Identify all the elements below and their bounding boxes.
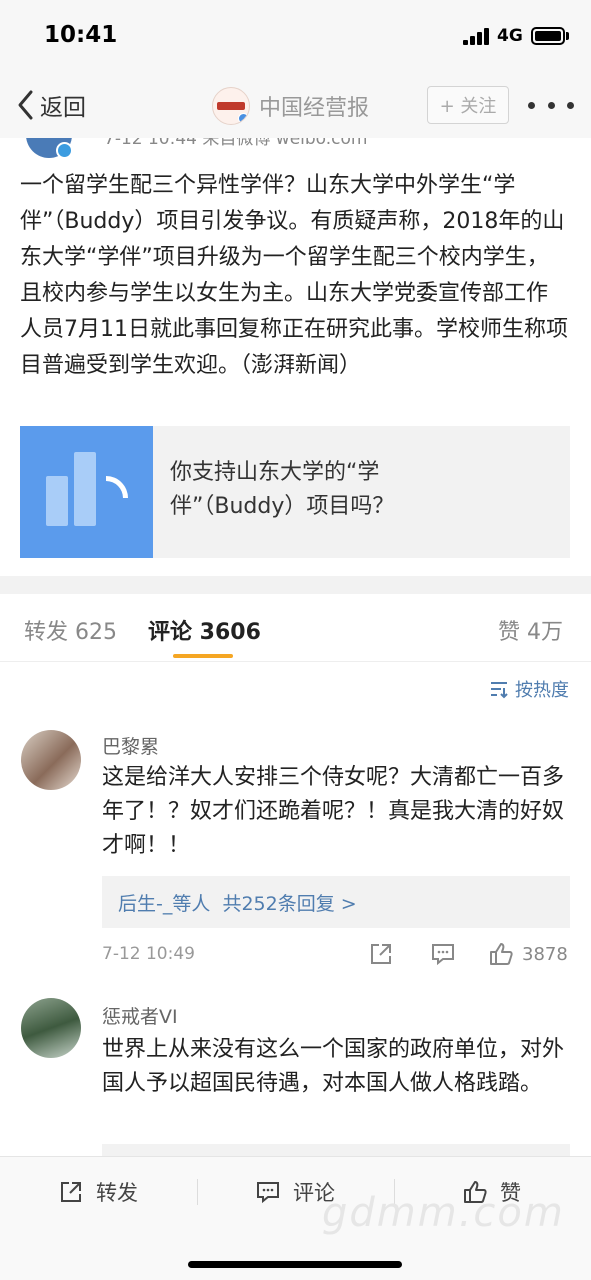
comment-footer: 7-12 10:49 3878 xyxy=(102,940,572,970)
comment-like-count: 3878 xyxy=(522,943,568,965)
nav-bar: 返回 中国经营报 + 关注 xyxy=(0,72,591,138)
sort-row: 按热度 xyxy=(0,662,591,718)
battery-tip xyxy=(566,32,569,40)
comment-item: 巴黎累 这是给洋大人安排三个侍女呢？大清都亡一百多年了！？奴才们还跪着呢？！真是… xyxy=(0,718,591,982)
sort-button[interactable]: 按热度 xyxy=(489,676,569,702)
reply-comment-button[interactable] xyxy=(430,940,456,968)
post-meta: 7-12 10:44 来自微博 weibo.com xyxy=(104,138,368,149)
comment-icon xyxy=(432,944,454,966)
status-bar: 10:41 4G xyxy=(0,0,591,72)
poll-card[interactable]: 你支持山东大学的“学伴”（Buddy）项目吗？ xyxy=(20,426,570,558)
back-button[interactable]: 返回 xyxy=(16,89,86,121)
reply-users: 后生-_等人 xyxy=(118,893,211,915)
back-label: 返回 xyxy=(40,95,86,121)
tab-repost[interactable]: 转发 625 xyxy=(24,614,117,646)
verified-badge-icon xyxy=(238,113,249,124)
follow-button[interactable]: + 关注 xyxy=(427,86,509,124)
repost-label: 转发 xyxy=(96,1181,138,1205)
interaction-tabs: 转发 625 评论 3606 赞 4万 xyxy=(0,594,591,662)
commenter-avatar[interactable] xyxy=(21,998,81,1058)
thumbs-up-icon xyxy=(490,943,513,965)
verified-icon xyxy=(56,142,73,159)
section-divider xyxy=(0,576,591,594)
share-icon xyxy=(371,944,391,964)
post-text: 一个留学生配三个异性学伴？山东大学中外学生“学伴”（Buddy）项目引发争议。有… xyxy=(20,173,568,378)
chevron-left-icon xyxy=(18,90,33,120)
dot-icon xyxy=(528,101,535,109)
share-icon xyxy=(61,1182,81,1202)
tab-comments[interactable]: 评论 3606 xyxy=(148,614,261,646)
status-time: 10:41 xyxy=(44,22,118,48)
commenter-name[interactable]: 巴黎累 xyxy=(102,732,159,759)
watermark: gdmm.com xyxy=(322,1190,565,1236)
active-tab-indicator xyxy=(173,654,233,658)
network-label: 4G xyxy=(497,26,523,46)
battery-icon xyxy=(531,27,565,45)
replies-preview[interactable]: 后生-_等人 共252条回复 > xyxy=(102,876,570,928)
replies-preview[interactable] xyxy=(102,1144,570,1156)
signal-icon xyxy=(463,28,491,45)
more-options-button[interactable] xyxy=(528,99,574,111)
comment-text: 这是给洋大人安排三个侍女呢？大清都亡一百多年了！？奴才们还跪着呢？！真是我大清的… xyxy=(102,765,565,858)
separator xyxy=(197,1179,198,1205)
repost-button[interactable]: 转发 xyxy=(58,1177,138,1207)
post-avatar[interactable] xyxy=(26,138,73,159)
sort-label: 按热度 xyxy=(515,680,569,701)
account-logo[interactable] xyxy=(212,87,250,125)
repost-comment-button[interactable] xyxy=(368,940,394,968)
dot-icon xyxy=(567,101,574,109)
commenter-name[interactable]: 惩戒者VI xyxy=(102,1002,178,1029)
like-comment-button[interactable]: 3878 xyxy=(488,940,568,968)
poll-chart-icon xyxy=(20,426,153,558)
comment-text: 世界上从来没有这么一个国家的政府单位，对外国人予以超国民待遇，对本国人做人格践踏… xyxy=(102,1037,565,1096)
sort-icon xyxy=(491,682,508,699)
dot-icon xyxy=(547,101,555,109)
tab-likes[interactable]: 赞 4万 xyxy=(498,614,563,646)
account-title[interactable]: 中国经营报 xyxy=(259,90,369,122)
comment-time: 7-12 10:49 xyxy=(102,944,195,964)
post-card: 7-12 10:44 来自微博 weibo.com 一个留学生配三个异性学伴？山… xyxy=(0,138,591,576)
reply-count: 共252条回复 > xyxy=(222,893,357,915)
comment-item: 惩戒者VI 世界上从来没有这么一个国家的政府单位，对外国人予以超国民待遇，对本国… xyxy=(0,982,591,1156)
commenter-avatar[interactable] xyxy=(21,730,81,790)
comment-icon xyxy=(257,1182,279,1204)
poll-question: 你支持山东大学的“学伴”（Buddy）项目吗？ xyxy=(170,460,395,519)
home-indicator[interactable] xyxy=(188,1261,402,1268)
